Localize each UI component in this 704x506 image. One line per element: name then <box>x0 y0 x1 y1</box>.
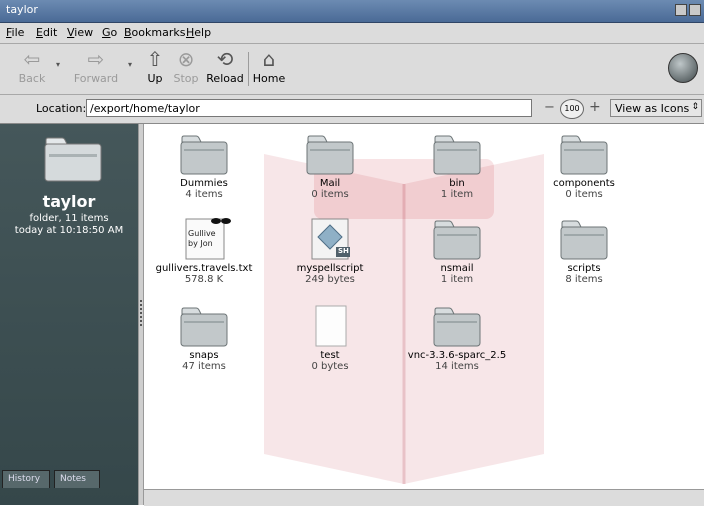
script-badge: SH <box>338 247 349 255</box>
folder-icon <box>425 217 489 261</box>
folder-icon <box>298 132 362 176</box>
file-size: 0 bytes <box>311 361 349 372</box>
menu-file[interactable]: File <box>6 26 24 39</box>
folder-icon <box>172 132 236 176</box>
home-button[interactable]: ⌂ Home <box>252 46 286 92</box>
folder-icon <box>425 304 489 348</box>
stop-button[interactable]: ⊗ Stop <box>170 46 202 92</box>
sidebar-folder-name: taylor <box>42 192 96 211</box>
file-item[interactable]: nsmail 1 item <box>397 217 517 285</box>
zoom-out-icon[interactable]: − <box>544 100 555 115</box>
file-name: nsmail <box>440 263 474 274</box>
menu-edit[interactable]: Edit <box>36 26 57 39</box>
location-label: Location: <box>36 102 87 115</box>
forward-button[interactable]: ⇨ Forward ▾ <box>68 46 132 92</box>
folder-icon-large <box>44 137 102 182</box>
menu-bookmarks[interactable]: Bookmarks <box>124 26 185 39</box>
file-manager-window: taylor File Edit View Go Bookmarks Help … <box>0 0 704 506</box>
file-icon-view[interactable]: Dummies 4 items Mail 0 items bin 1 item compon… <box>144 124 704 505</box>
throbber-icon <box>668 53 698 83</box>
sidebar: taylor folder, 11 items today at 10:18:5… <box>0 124 138 505</box>
toolbar-separator <box>248 52 249 86</box>
menu-help[interactable]: Help <box>186 26 211 39</box>
forward-history-dropdown-icon[interactable]: ▾ <box>128 60 132 69</box>
sidebar-folder-info: folder, 11 items <box>29 213 109 224</box>
blank-file-icon <box>298 304 362 348</box>
file-name: snaps <box>189 350 219 361</box>
up-button[interactable]: ⇧ Up <box>140 46 170 92</box>
folder-icon <box>552 217 616 261</box>
file-size: 4 items <box>185 189 223 200</box>
back-arrow-icon: ⇦ <box>23 47 41 71</box>
text-file-icon: Gullive by Jon <box>172 217 236 261</box>
reload-icon: ⟲ <box>216 47 234 71</box>
file-item[interactable]: components 0 items <box>524 132 644 200</box>
back-history-dropdown-icon[interactable]: ▾ <box>56 60 60 69</box>
location-input[interactable] <box>86 99 532 117</box>
view-as-label: View as Icons <box>615 102 690 115</box>
select-arrows-icon: ⇕ <box>691 102 699 112</box>
file-size: 14 items <box>435 361 479 372</box>
folder-icon <box>425 132 489 176</box>
file-size: 47 items <box>182 361 226 372</box>
content-bottom-edge <box>144 489 704 506</box>
file-name: Dummies <box>180 178 228 189</box>
maximize-icon[interactable] <box>689 4 701 16</box>
file-name: bin <box>449 178 465 189</box>
splitter-grip-icon <box>140 300 142 326</box>
file-size: 0 items <box>311 189 349 200</box>
file-item[interactable]: Mail 0 items <box>270 132 390 200</box>
stop-icon: ⊗ <box>177 47 195 71</box>
location-bar: Location: − 100 + View as Icons ⇕ <box>0 95 704 124</box>
back-button[interactable]: ⇦ Back ▾ <box>12 46 60 92</box>
menu-go[interactable]: Go <box>102 26 117 39</box>
file-name: Mail <box>319 178 341 189</box>
file-item[interactable]: Dummies 4 items <box>144 132 264 200</box>
file-size: 1 item <box>440 189 474 200</box>
home-icon: ⌂ <box>262 47 276 71</box>
reload-button[interactable]: ⟲ Reload <box>203 46 247 92</box>
file-item[interactable]: vnc-3.3.6-sparc_2.5 14 items <box>397 304 517 372</box>
file-size: 0 items <box>565 189 603 200</box>
sidebar-modified-time: today at 10:18:50 AM <box>14 225 124 236</box>
window-title: taylor <box>6 3 38 16</box>
file-name: myspellscript <box>296 263 364 274</box>
zoom-in-icon[interactable]: + <box>589 99 601 115</box>
file-item[interactable]: bin 1 item <box>397 132 517 200</box>
file-item[interactable]: test 0 bytes <box>270 304 390 372</box>
file-item[interactable]: scripts 8 items <box>524 217 644 285</box>
tab-history[interactable]: History <box>2 470 50 488</box>
minimize-icon[interactable] <box>675 4 687 16</box>
folder-icon <box>172 304 236 348</box>
file-item[interactable]: Gullive by Jon gullivers.travels.txt 578.8 … <box>144 217 264 285</box>
file-size: 1 item <box>440 274 474 285</box>
file-size: 578.8 K <box>184 274 224 285</box>
toolbar: ⇦ Back ▾ ⇨ Forward ▾ ⇧ Up ⊗ Stop ⟲ Reloa… <box>0 44 704 95</box>
view-as-select[interactable]: View as Icons ⇕ <box>610 99 702 117</box>
title-bar[interactable]: taylor <box>0 0 704 23</box>
file-item[interactable]: snaps 47 items <box>144 304 264 372</box>
file-name: components <box>553 178 615 189</box>
folder-icon <box>552 132 616 176</box>
file-name: scripts <box>567 263 601 274</box>
file-name: test <box>320 350 340 361</box>
file-size: 249 bytes <box>305 274 355 285</box>
up-arrow-icon: ⇧ <box>146 47 164 71</box>
file-item[interactable]: SH myspellscript 249 bytes <box>270 217 390 285</box>
zoom-level[interactable]: 100 <box>560 99 584 119</box>
menu-view[interactable]: View <box>67 26 93 39</box>
menu-bar: File Edit View Go Bookmarks Help <box>0 23 704 44</box>
tab-notes[interactable]: Notes <box>54 470 100 488</box>
shell-script-icon: SH <box>298 217 362 261</box>
file-name: gullivers.travels.txt <box>155 263 253 274</box>
file-name: vnc-3.3.6-sparc_2.5 <box>407 350 507 361</box>
file-size: 8 items <box>565 274 603 285</box>
text-preview: Gullive by Jon <box>188 229 216 248</box>
forward-arrow-icon: ⇨ <box>87 47 105 71</box>
